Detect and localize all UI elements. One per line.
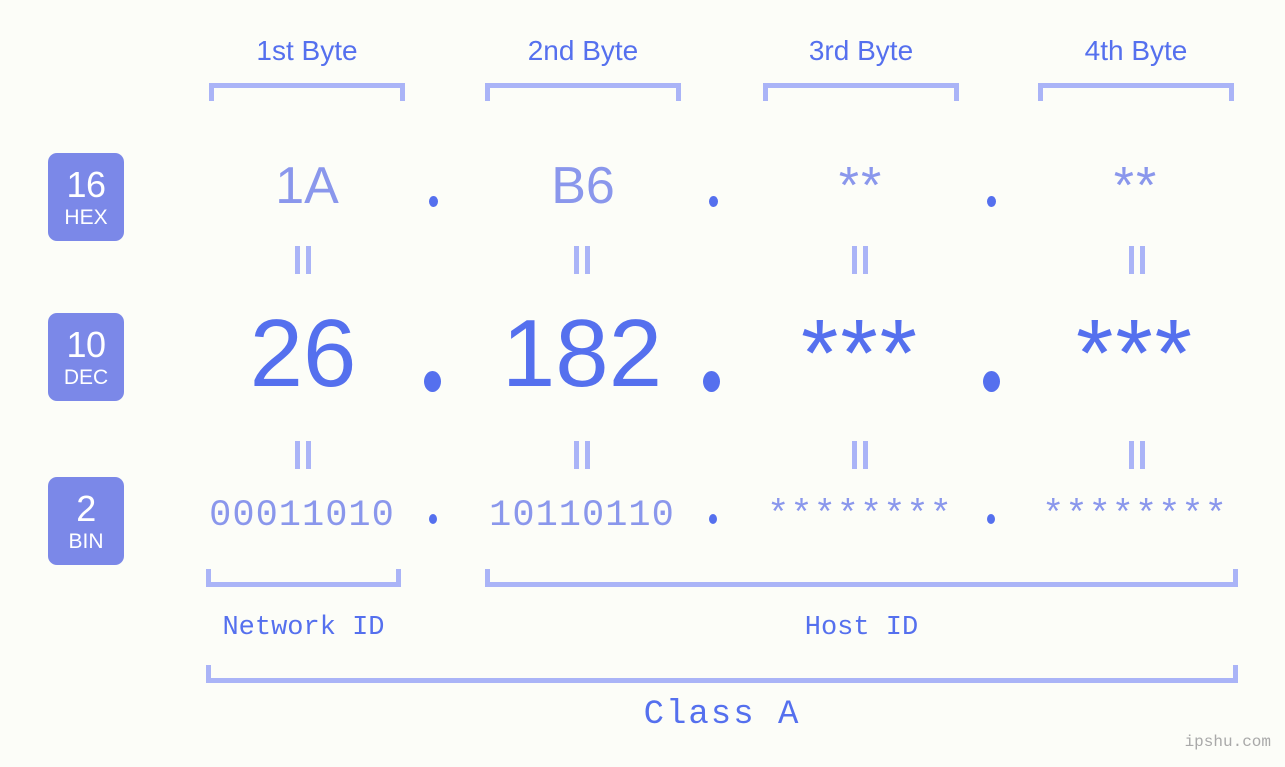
- equality-mark-dec-bin-4: [1128, 441, 1146, 469]
- bin-byte-2: 10110110: [489, 495, 675, 537]
- base-chip-hex-number: 16: [66, 163, 106, 205]
- bin-byte-1: 00011010: [209, 495, 395, 537]
- byte-header-4: 4th Byte: [1084, 35, 1188, 66]
- equality-mark-dec-bin-3: [851, 441, 869, 469]
- hex-byte-4: **: [1113, 157, 1159, 215]
- equality-mark-hex-dec-2: [573, 246, 591, 274]
- dec-separator-dot-1: [424, 371, 441, 392]
- equality-mark-dec-bin-2: [573, 441, 591, 469]
- byte-bracket-top-2: [485, 83, 681, 101]
- bin-separator-dot-1: [429, 514, 437, 524]
- equality-mark-dec-bin-1: [294, 441, 312, 469]
- hex-byte-3: **: [838, 157, 884, 215]
- network-id-bracket: [206, 569, 401, 587]
- byte-bracket-top-1: [209, 83, 405, 101]
- equality-mark-hex-dec-4: [1128, 246, 1146, 274]
- dec-separator-dot-2: [703, 371, 720, 392]
- hex-separator-dot-2: [709, 196, 718, 207]
- dec-byte-1: 26: [249, 300, 357, 407]
- bin-byte-3: ********: [767, 495, 953, 537]
- class-bracket: [206, 665, 1238, 683]
- hex-separator-dot-1: [429, 196, 438, 207]
- ip-address-breakdown-diagram: 1st Byte 2nd Byte 3rd Byte 4th Byte 16 H…: [0, 0, 1285, 767]
- dec-separator-dot-3: [983, 371, 1000, 392]
- dec-byte-2: 182: [501, 300, 663, 407]
- network-id-label: Network ID: [222, 613, 385, 643]
- base-chip-dec-name: DEC: [63, 365, 109, 389]
- bin-byte-4: ********: [1042, 495, 1228, 537]
- bin-separator-dot-3: [987, 514, 995, 524]
- byte-header-2: 2nd Byte: [527, 35, 639, 66]
- base-chip-hex: 16 HEX: [48, 153, 124, 241]
- host-id-label: Host ID: [804, 613, 919, 643]
- dec-byte-3: ***: [800, 300, 920, 407]
- watermark: ipshu.com: [1184, 733, 1271, 751]
- base-chip-bin-number: 2: [76, 487, 96, 529]
- byte-header-3: 3rd Byte: [808, 35, 914, 66]
- byte-header-1: 1st Byte: [256, 35, 358, 66]
- host-id-bracket: [485, 569, 1238, 587]
- base-chip-bin-name: BIN: [68, 529, 104, 553]
- hex-separator-dot-3: [987, 196, 996, 207]
- base-chip-dec-number: 10: [66, 323, 106, 365]
- equality-mark-hex-dec-3: [851, 246, 869, 274]
- hex-byte-2: B6: [551, 157, 615, 215]
- class-label: Class A: [643, 696, 801, 734]
- base-chip-hex-name: HEX: [64, 205, 108, 229]
- byte-bracket-top-4: [1038, 83, 1234, 101]
- byte-bracket-top-3: [763, 83, 959, 101]
- base-chip-dec: 10 DEC: [48, 313, 124, 401]
- bin-separator-dot-2: [709, 514, 717, 524]
- hex-byte-1: 1A: [275, 157, 339, 215]
- base-chip-bin: 2 BIN: [48, 477, 124, 565]
- dec-byte-4: ***: [1075, 300, 1195, 407]
- equality-mark-hex-dec-1: [294, 246, 312, 274]
